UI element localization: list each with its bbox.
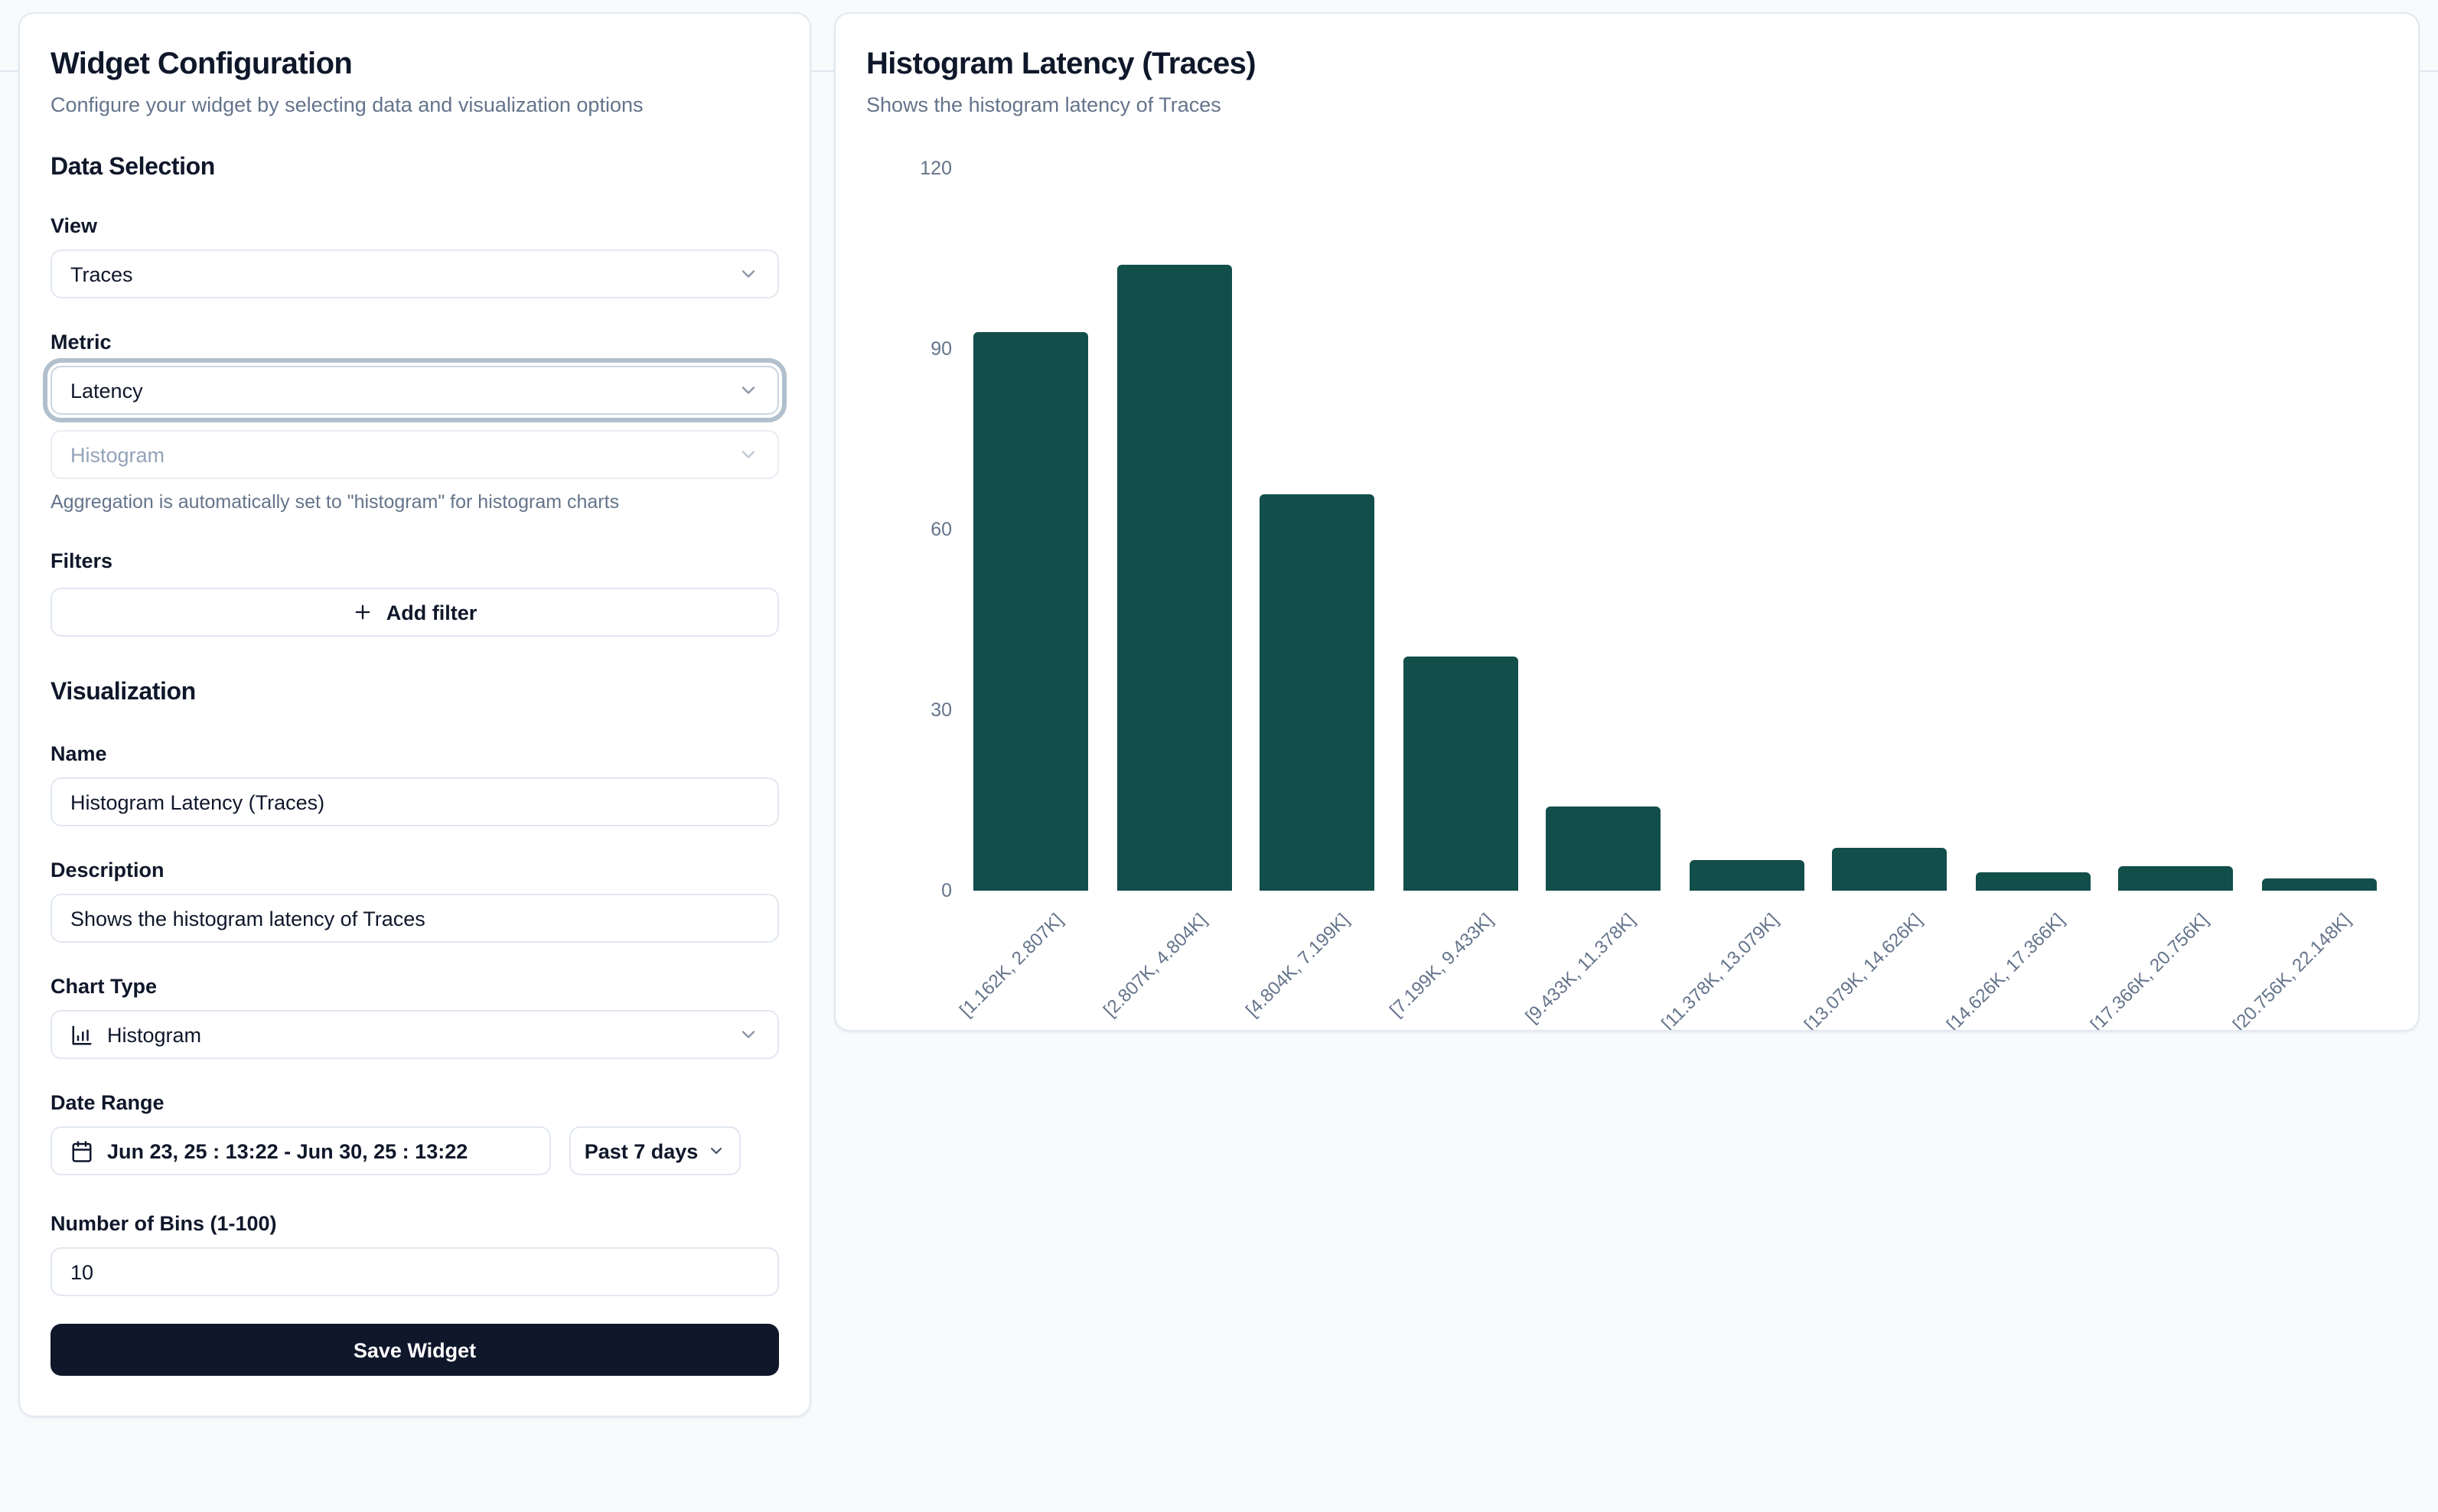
calendar-icon bbox=[70, 1139, 93, 1162]
description-input[interactable] bbox=[51, 894, 779, 943]
x-tick-label: [20.756K, 22.148K] bbox=[2229, 909, 2355, 1031]
aggregation-select: Histogram bbox=[51, 430, 779, 479]
date-range-button[interactable]: Jun 23, 25 : 13:22 - Jun 30, 25 : 13:22 bbox=[51, 1126, 551, 1175]
name-field: Name bbox=[51, 742, 779, 826]
histogram-bar bbox=[2261, 878, 2376, 891]
x-tick-label: [11.378K, 13.079K] bbox=[1657, 909, 1783, 1031]
chevron-down-icon bbox=[738, 263, 759, 285]
x-tick-label: [2.807K, 4.804K] bbox=[1099, 909, 1211, 1021]
bins-input[interactable] bbox=[51, 1247, 779, 1296]
metric-label: Metric bbox=[51, 331, 779, 354]
chevron-down-icon bbox=[738, 380, 759, 401]
y-tick-label: 30 bbox=[836, 698, 952, 722]
panel-subtitle: Configure your widget by selecting data … bbox=[51, 92, 779, 118]
description-field: Description bbox=[51, 859, 779, 943]
view-label: View bbox=[51, 214, 779, 237]
filters-field: Filters Add filter bbox=[51, 549, 779, 637]
chart-preview-panel: Histogram Latency (Traces) Shows the his… bbox=[834, 12, 2420, 1031]
widget-configuration-panel: Widget Configuration Configure your widg… bbox=[18, 12, 811, 1417]
metric-select[interactable]: Latency bbox=[51, 366, 779, 415]
y-tick-label: 120 bbox=[836, 157, 952, 181]
histogram-bar bbox=[2118, 867, 2233, 891]
histogram-bar bbox=[1260, 494, 1374, 891]
x-tick-label: [9.433K, 11.378K] bbox=[1521, 909, 1639, 1027]
view-select[interactable]: Traces bbox=[51, 249, 779, 298]
metric-field: Metric Latency Histogram Aggregation is bbox=[51, 331, 779, 513]
plus-icon bbox=[353, 601, 374, 623]
histogram-chart-icon bbox=[70, 1023, 93, 1046]
x-tick-label: [1.162K, 2.807K] bbox=[956, 909, 1067, 1021]
chart-type-select-value: Histogram bbox=[107, 1023, 201, 1046]
histogram-bar bbox=[1832, 849, 1947, 891]
chart-title: Histogram Latency (Traces) bbox=[866, 44, 2387, 84]
chevron-down-icon bbox=[738, 1024, 759, 1045]
aggregation-help-text: Aggregation is automatically set to "his… bbox=[51, 491, 779, 513]
metric-select-value: Latency bbox=[70, 379, 143, 402]
panel-title: Widget Configuration bbox=[51, 44, 779, 84]
date-range-label: Date Range bbox=[51, 1091, 779, 1114]
visualization-heading: Visualization bbox=[51, 679, 779, 707]
date-preset-value: Past 7 days bbox=[585, 1139, 699, 1162]
y-tick-label: 0 bbox=[836, 878, 952, 903]
app-window: New Widget Widget Configuration Configur… bbox=[0, 0, 2438, 1512]
y-tick-label: 60 bbox=[836, 517, 952, 542]
chevron-down-icon bbox=[738, 444, 759, 465]
bins-field: Number of Bins (1-100) bbox=[51, 1212, 779, 1296]
filters-label: Filters bbox=[51, 549, 779, 572]
x-tick-label: [7.199K, 9.433K] bbox=[1385, 909, 1497, 1021]
data-selection-heading: Data Selection bbox=[51, 155, 779, 182]
histogram-bar bbox=[973, 331, 1088, 891]
x-tick-label: [13.079K, 14.626K] bbox=[1800, 909, 1926, 1031]
aggregation-select-value: Histogram bbox=[70, 443, 165, 466]
date-range-value: Jun 23, 25 : 13:22 - Jun 30, 25 : 13:22 bbox=[107, 1139, 468, 1162]
chevron-down-icon bbox=[707, 1142, 725, 1160]
histogram-bar bbox=[1116, 266, 1231, 891]
histogram-bar bbox=[1546, 807, 1661, 891]
chart-subtitle: Shows the histogram latency of Traces bbox=[866, 92, 2387, 118]
x-tick-label: [4.804K, 7.199K] bbox=[1242, 909, 1354, 1021]
save-widget-button[interactable]: Save Widget bbox=[51, 1324, 779, 1376]
histogram-bar bbox=[1403, 656, 1517, 891]
histogram-bar bbox=[1975, 872, 2090, 891]
chart-type-field: Chart Type Histogram bbox=[51, 975, 779, 1059]
chart-type-select[interactable]: Histogram bbox=[51, 1010, 779, 1059]
date-preset-select[interactable]: Past 7 days bbox=[569, 1126, 741, 1175]
date-range-field: Date Range Jun 23, 25 : 13:22 - Jun 30, … bbox=[51, 1091, 779, 1175]
y-tick-label: 90 bbox=[836, 337, 952, 362]
name-label: Name bbox=[51, 742, 779, 765]
view-field: View Traces bbox=[51, 214, 779, 298]
chart-type-label: Chart Type bbox=[51, 975, 779, 998]
add-filter-label: Add filter bbox=[386, 601, 477, 624]
view-select-value: Traces bbox=[70, 262, 133, 285]
bins-label: Number of Bins (1-100) bbox=[51, 1212, 779, 1235]
description-label: Description bbox=[51, 859, 779, 881]
x-tick-label: [17.366K, 20.756K] bbox=[2086, 909, 2212, 1031]
add-filter-button[interactable]: Add filter bbox=[51, 588, 779, 637]
name-input[interactable] bbox=[51, 777, 779, 826]
histogram-bar bbox=[1689, 861, 1804, 891]
x-tick-label: [14.626K, 17.366K] bbox=[1943, 909, 2069, 1031]
